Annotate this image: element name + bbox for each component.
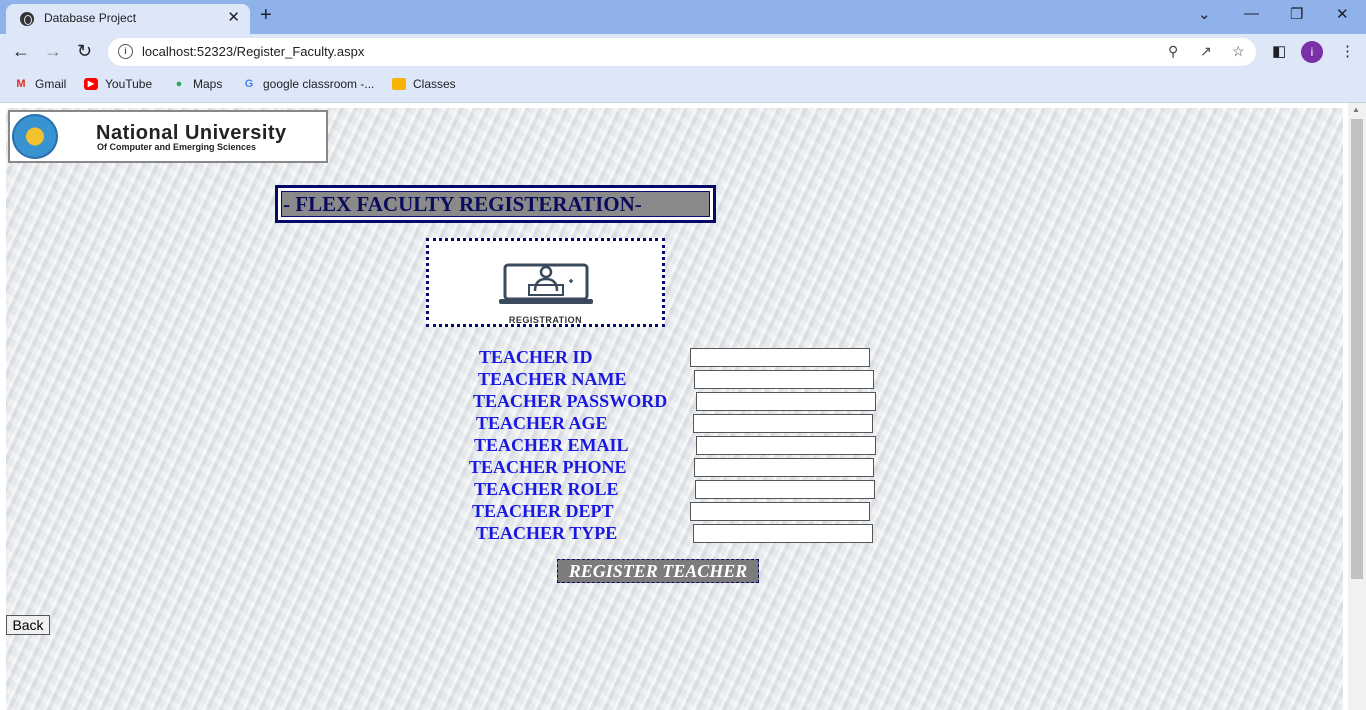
- label-teacher-role: TEACHER ROLE: [474, 479, 619, 499]
- scroll-thumb[interactable]: [1351, 119, 1363, 579]
- logo-subtitle: Of Computer and Emerging Sciences: [97, 142, 257, 152]
- tab-close-icon[interactable]: ✕: [227, 8, 240, 26]
- reload-icon[interactable]: ↻: [77, 41, 92, 62]
- gmail-icon: M: [16, 78, 26, 90]
- bookmark-youtube[interactable]: ▶ YouTube: [84, 77, 152, 91]
- teacher-phone-field[interactable]: [694, 458, 874, 477]
- close-window-button[interactable]: ✕: [1336, 5, 1349, 23]
- tab-title: Database Project: [44, 11, 137, 25]
- teacher-dept-field[interactable]: [690, 502, 870, 521]
- back-button[interactable]: Back: [6, 615, 50, 635]
- teacher-type-field[interactable]: [693, 524, 873, 543]
- new-tab-button[interactable]: +: [260, 4, 272, 27]
- teacher-email-field[interactable]: [696, 436, 876, 455]
- address-bar[interactable]: i localhost:52323/Register_Faculty.aspx …: [108, 38, 1256, 66]
- url-text[interactable]: localhost:52323/Register_Faculty.aspx: [142, 44, 364, 59]
- maps-icon: ●: [175, 78, 183, 90]
- page-content: National University Of Computer and Emer…: [6, 108, 1343, 710]
- bookmark-google-classroom[interactable]: G google classroom -...: [242, 77, 375, 91]
- teacher-name-field[interactable]: [694, 370, 874, 389]
- registration-caption: REGISTRATION: [508, 315, 583, 325]
- profile-avatar[interactable]: i: [1301, 41, 1323, 63]
- info-icon[interactable]: i: [118, 44, 133, 59]
- back-arrow-icon[interactable]: ←: [12, 41, 30, 62]
- label-teacher-password: TEACHER PASSWORD: [473, 391, 668, 411]
- teacher-age-field[interactable]: [693, 414, 873, 433]
- university-seal-icon: [12, 114, 58, 159]
- university-logo: National University Of Computer and Emer…: [8, 110, 328, 163]
- bookmarks-bar: M Gmail ▶ YouTube ● Maps G google classr…: [0, 70, 1366, 103]
- side-panel-icon[interactable]: ◧: [1272, 42, 1286, 60]
- bookmark-maps[interactable]: ● Maps: [172, 77, 223, 91]
- label-teacher-email: TEACHER EMAIL: [474, 435, 629, 455]
- minimize-button[interactable]: —: [1244, 5, 1259, 22]
- label-teacher-age: TEACHER AGE: [476, 413, 608, 433]
- scroll-up-icon[interactable]: ▲: [1352, 105, 1360, 114]
- globe-icon: [20, 12, 34, 26]
- tab-search-icon[interactable]: ⌄: [1198, 5, 1211, 23]
- page-heading: - FLEX FACULTY REGISTERATION-: [275, 185, 716, 223]
- zoom-icon[interactable]: ⚲: [1168, 43, 1178, 60]
- menu-kebab-icon[interactable]: ⋮: [1340, 42, 1355, 60]
- browser-tab[interactable]: Database Project ✕: [6, 4, 250, 34]
- label-teacher-phone: TEACHER PHONE: [469, 457, 627, 477]
- youtube-icon: ▶: [84, 78, 98, 90]
- heading-text: - FLEX FACULTY REGISTERATION-: [283, 192, 642, 216]
- label-teacher-type: TEACHER TYPE: [476, 523, 618, 543]
- label-teacher-dept: TEACHER DEPT: [472, 501, 614, 521]
- label-teacher-name: TEACHER NAME: [478, 369, 627, 389]
- registration-icon: [499, 263, 593, 304]
- teacher-password-field[interactable]: [696, 392, 876, 411]
- browser-title-bar: Database Project ✕ + ⌄ — ❐ ✕: [0, 0, 1366, 34]
- teacher-id-field[interactable]: [690, 348, 870, 367]
- bookmark-star-icon[interactable]: ☆: [1232, 43, 1245, 60]
- browser-toolbar: ← → ↻ i localhost:52323/Register_Faculty…: [0, 34, 1366, 70]
- bookmark-gmail[interactable]: M Gmail: [14, 77, 66, 91]
- restore-button[interactable]: ❐: [1290, 5, 1303, 23]
- forward-arrow-icon[interactable]: →: [44, 41, 62, 62]
- register-teacher-button[interactable]: REGISTER TEACHER: [557, 559, 759, 583]
- label-teacher-id: TEACHER ID: [479, 347, 593, 367]
- share-icon[interactable]: ↗: [1200, 43, 1212, 60]
- classroom-icon: [392, 78, 406, 90]
- heading-panel: - FLEX FACULTY REGISTERATION-: [281, 191, 710, 217]
- google-icon: G: [244, 78, 254, 90]
- bookmark-classes[interactable]: Classes: [392, 77, 456, 91]
- page-scrollbar[interactable]: ▲: [1348, 103, 1366, 710]
- registration-image: REGISTRATION: [426, 238, 665, 327]
- teacher-role-field[interactable]: [695, 480, 875, 499]
